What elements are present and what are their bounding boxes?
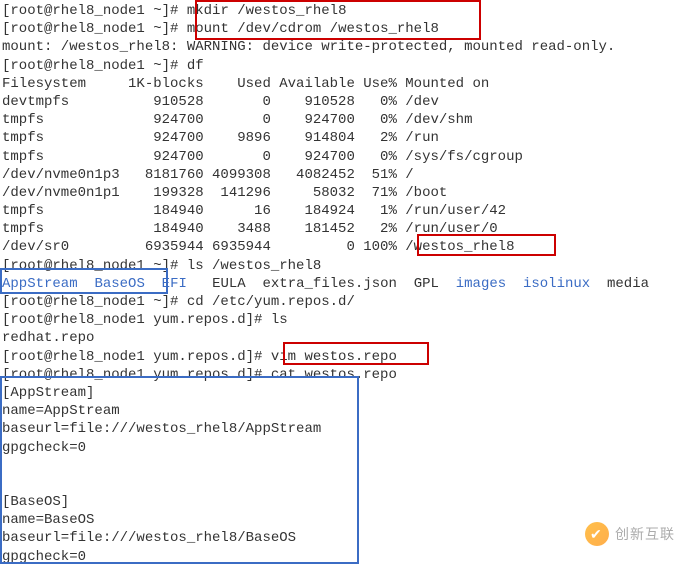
terminal-text: gpgcheck=0 xyxy=(2,440,86,456)
terminal-line: /dev/nvme0n1p3 8181760 4099308 4082452 5… xyxy=(2,166,683,184)
terminal-line: name=BaseOS xyxy=(2,511,683,529)
terminal-text: vim westos.repo xyxy=(271,349,397,365)
terminal-line: AppStream BaseOS EFI EULA extra_files.js… xyxy=(2,275,683,293)
terminal-line: [root@rhel8_node1 yum.repos.d]# vim west… xyxy=(2,348,683,366)
terminal-text: [root@rhel8_node1 yum.repos.d]# cat west… xyxy=(2,367,397,383)
terminal-text: redhat.repo xyxy=(2,330,94,346)
terminal-text: [AppStream] xyxy=(2,385,94,401)
terminal-line: Filesystem 1K-blocks Used Available Use%… xyxy=(2,75,683,93)
terminal-line: gpgcheck=0 xyxy=(2,548,683,566)
terminal-line xyxy=(2,457,683,475)
terminal-line: name=AppStream xyxy=(2,402,683,420)
terminal-text: devtmpfs 910528 0 910528 0% /dev xyxy=(2,94,439,110)
watermark-icon xyxy=(585,522,609,546)
terminal-line: tmpfs 924700 0 924700 0% /sys/fs/cgroup xyxy=(2,148,683,166)
terminal-text: EULA extra_files.json GPL xyxy=(187,276,456,292)
terminal-line: /dev/sr0 6935944 6935944 0 100% /westos_… xyxy=(2,238,683,256)
terminal-line: baseurl=file:///westos_rhel8/AppStream xyxy=(2,420,683,438)
terminal-text: tmpfs 924700 0 924700 0% /dev/shm xyxy=(2,112,472,128)
terminal-line: tmpfs 924700 0 924700 0% /dev/shm xyxy=(2,111,683,129)
terminal-text: [root@rhel8_node1 ~]# xyxy=(2,21,187,37)
terminal-text xyxy=(78,276,95,292)
terminal-line: [root@rhel8_node1 ~]# cd /etc/yum.repos.… xyxy=(2,293,683,311)
terminal-text: baseurl=file:///westos_rhel8/AppStream xyxy=(2,421,321,437)
terminal-text: tmpfs 184940 16 184924 1% /run/user/42 xyxy=(2,203,506,219)
terminal-line: tmpfs 924700 9896 914804 2% /run xyxy=(2,129,683,147)
terminal-line: [root@rhel8_node1 ~]# mkdir /westos_rhel… xyxy=(2,2,683,20)
terminal-text: mkdir /westos_rhel8 xyxy=(187,3,347,19)
terminal-line xyxy=(2,475,683,493)
terminal-text: name=AppStream xyxy=(2,403,120,419)
terminal-text: /dev/nvme0n1p3 8181760 4099308 4082452 5… xyxy=(2,167,414,183)
terminal-line: devtmpfs 910528 0 910528 0% /dev xyxy=(2,93,683,111)
terminal-text: baseurl=file:///westos_rhel8/BaseOS xyxy=(2,530,296,546)
terminal-text: [root@rhel8_node1 ~]# df xyxy=(2,58,204,74)
terminal-text: [root@rhel8_node1 yum.repos.d]# ls xyxy=(2,312,288,328)
terminal-text: mount /dev/cdrom /westos_rhel8 xyxy=(187,21,439,37)
terminal-text: name=BaseOS xyxy=(2,512,94,528)
terminal-text: [root@rhel8_node1 yum.repos.d]# xyxy=(2,349,271,365)
terminal-text: [BaseOS] xyxy=(2,494,69,510)
terminal-text: media xyxy=(590,276,649,292)
terminal-text: [root@rhel8_node1 ~]# cd /etc/yum.repos.… xyxy=(2,294,355,310)
terminal-line: baseurl=file:///westos_rhel8/BaseOS xyxy=(2,529,683,547)
terminal-text: Filesystem 1K-blocks Used Available Use%… xyxy=(2,76,489,92)
terminal-text: isolinux xyxy=(523,276,590,292)
watermark-text: 创新互联 xyxy=(615,525,675,543)
watermark: 创新互联 xyxy=(585,522,675,546)
terminal-line: [root@rhel8_node1 ~]# mount /dev/cdrom /… xyxy=(2,20,683,38)
terminal-text: gpgcheck=0 xyxy=(2,549,86,565)
terminal-line: mount: /westos_rhel8: WARNING: device wr… xyxy=(2,38,683,56)
terminal-line: [AppStream] xyxy=(2,384,683,402)
terminal-line: [root@rhel8_node1 yum.repos.d]# cat west… xyxy=(2,366,683,384)
terminal-line: /dev/nvme0n1p1 199328 141296 58032 71% /… xyxy=(2,184,683,202)
terminal-text: tmpfs 924700 9896 914804 2% /run xyxy=(2,130,439,146)
terminal-text: mount: /westos_rhel8: WARNING: device wr… xyxy=(2,39,615,55)
terminal-text: AppStream xyxy=(2,276,78,292)
terminal-output: [root@rhel8_node1 ~]# mkdir /westos_rhel… xyxy=(0,0,685,568)
terminal-text: tmpfs 184940 3488 181452 2% /run/user/0 xyxy=(2,221,498,237)
terminal-text: [root@rhel8_node1 ~]# ls /westos_rhel8 xyxy=(2,258,321,274)
terminal-text xyxy=(506,276,523,292)
terminal-text: BaseOS xyxy=(94,276,144,292)
terminal-text: EFI xyxy=(162,276,187,292)
terminal-text xyxy=(145,276,162,292)
terminal-text: /dev/nvme0n1p1 199328 141296 58032 71% /… xyxy=(2,185,447,201)
terminal-line: redhat.repo xyxy=(2,329,683,347)
terminal-text: images xyxy=(456,276,506,292)
terminal-line: [root@rhel8_node1 yum.repos.d]# ls xyxy=(2,311,683,329)
terminal-line: tmpfs 184940 3488 181452 2% /run/user/0 xyxy=(2,220,683,238)
terminal-line: [root@rhel8_node1 ~]# ls /westos_rhel8 xyxy=(2,257,683,275)
terminal-line: [BaseOS] xyxy=(2,493,683,511)
terminal-text: /dev/sr0 6935944 6935944 0 100% /westos_… xyxy=(2,239,514,255)
terminal-line: gpgcheck=0 xyxy=(2,439,683,457)
terminal-line: [root@rhel8_node1 ~]# df xyxy=(2,57,683,75)
terminal-line: tmpfs 184940 16 184924 1% /run/user/42 xyxy=(2,202,683,220)
terminal-text: [root@rhel8_node1 ~]# xyxy=(2,3,187,19)
terminal-text: tmpfs 924700 0 924700 0% /sys/fs/cgroup xyxy=(2,149,523,165)
